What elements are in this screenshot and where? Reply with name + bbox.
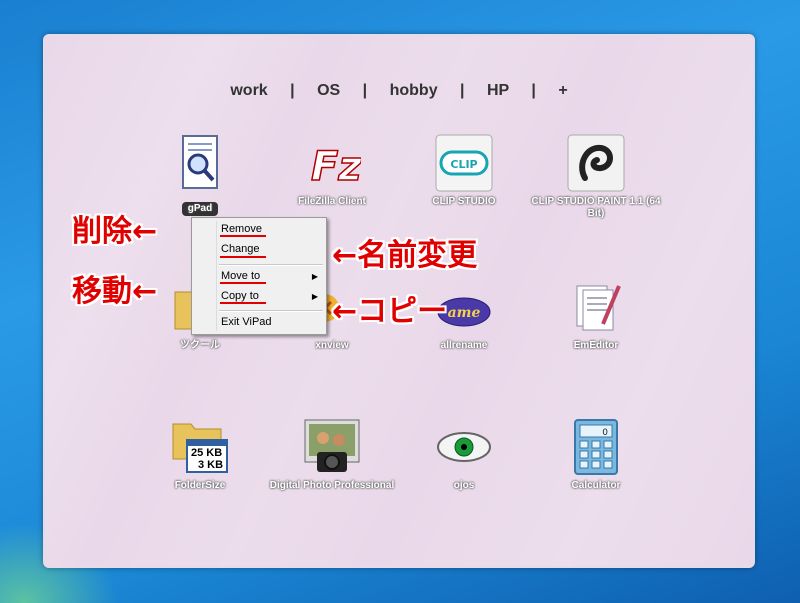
item-label: CLIP STUDIO <box>432 196 496 207</box>
tab-work[interactable]: work <box>230 82 267 99</box>
svg-text:Fz: Fz <box>311 144 361 190</box>
tab-os[interactable]: OS <box>317 82 340 99</box>
underline-move-to <box>220 282 266 284</box>
annotation-rename: ←名前変更 <box>332 238 478 273</box>
notepad-magnifier-icon <box>171 134 229 192</box>
launcher-item-foldersize[interactable]: 25 KB 3 KB FolderSize <box>135 418 265 492</box>
menu-item-move-to[interactable]: Move to <box>221 270 260 282</box>
clip-studio-paint-icon <box>567 134 625 192</box>
item-label: FileZilla Client <box>298 196 366 207</box>
eye-icon <box>435 418 493 476</box>
launcher-item-digital-photo-professional[interactable]: Digital Photo Professional <box>267 418 397 492</box>
annotation-copy: ←コピー <box>332 294 448 329</box>
svg-text:ame: ame <box>448 305 481 321</box>
menu-item-change[interactable]: Change <box>221 243 260 255</box>
foldersize-icon: 25 KB 3 KB <box>171 418 229 476</box>
tab-separator: | <box>531 82 536 99</box>
submenu-arrow-icon: ▶ <box>311 292 318 301</box>
item-label: Digital Photo Professional <box>269 480 395 491</box>
svg-text:CLIP: CLIP <box>450 158 477 171</box>
annotation-delete: 削除← <box>72 214 158 249</box>
launcher-item-ojos[interactable]: ojos <box>399 418 529 492</box>
underline-change <box>220 256 266 258</box>
tab-hobby[interactable]: hobby <box>390 82 438 99</box>
tab-hp[interactable]: HP <box>487 82 509 99</box>
launcher-item-clip-studio[interactable]: CLIP CLIP STUDIO <box>399 134 529 208</box>
launcher-item-emeditor[interactable]: EmEditor <box>531 278 661 352</box>
item-label: ツクール <box>180 340 220 351</box>
launcher-item-filezilla[interactable]: Fz FileZilla Client <box>267 134 397 208</box>
tab-separator: | <box>362 82 368 99</box>
item-label: xnview <box>315 340 349 351</box>
clip-studio-icon: CLIP <box>435 134 493 192</box>
launcher-item-clip-studio-paint[interactable]: CLIP STUDIO PAINT 1.1 (64 Bit) <box>531 134 661 220</box>
item-label: EmEditor <box>573 340 619 351</box>
foldersize-text: 25 KB 3 KB <box>191 447 224 471</box>
tab-bar: work | OS | hobby | HP | + <box>45 82 753 100</box>
calculator-icon: 0 <box>567 418 625 476</box>
menu-separator <box>219 310 323 312</box>
launcher-item-gpad[interactable]: gPad <box>135 134 265 216</box>
tab-separator: | <box>460 82 465 99</box>
submenu-arrow-icon: ▶ <box>311 272 318 281</box>
emeditor-icon <box>567 278 625 336</box>
menu-item-remove[interactable]: Remove <box>221 223 262 235</box>
svg-text:0: 0 <box>602 428 608 438</box>
underline-remove <box>220 235 266 237</box>
launcher-item-calculator[interactable]: 0 Calculator <box>531 418 661 492</box>
menu-gutter <box>216 221 217 331</box>
item-label: Calculator <box>571 480 621 491</box>
menu-item-exit[interactable]: Exit ViPad <box>221 316 272 328</box>
digital-photo-professional-icon <box>303 418 361 476</box>
menu-separator <box>219 264 323 266</box>
annotation-move: 移動← <box>72 274 158 309</box>
filezilla-icon: Fz <box>303 134 363 192</box>
tab-add[interactable]: + <box>558 82 567 99</box>
menu-item-copy-to[interactable]: Copy to <box>221 290 259 302</box>
item-label: FolderSize <box>174 480 226 491</box>
tab-separator: | <box>290 82 295 99</box>
item-label: allrename <box>440 340 488 351</box>
item-label: ojos <box>453 480 475 491</box>
item-label: gPad <box>181 202 219 216</box>
item-label: CLIP STUDIO PAINT 1.1 (64 Bit) <box>531 196 661 219</box>
underline-copy-to <box>220 302 266 304</box>
